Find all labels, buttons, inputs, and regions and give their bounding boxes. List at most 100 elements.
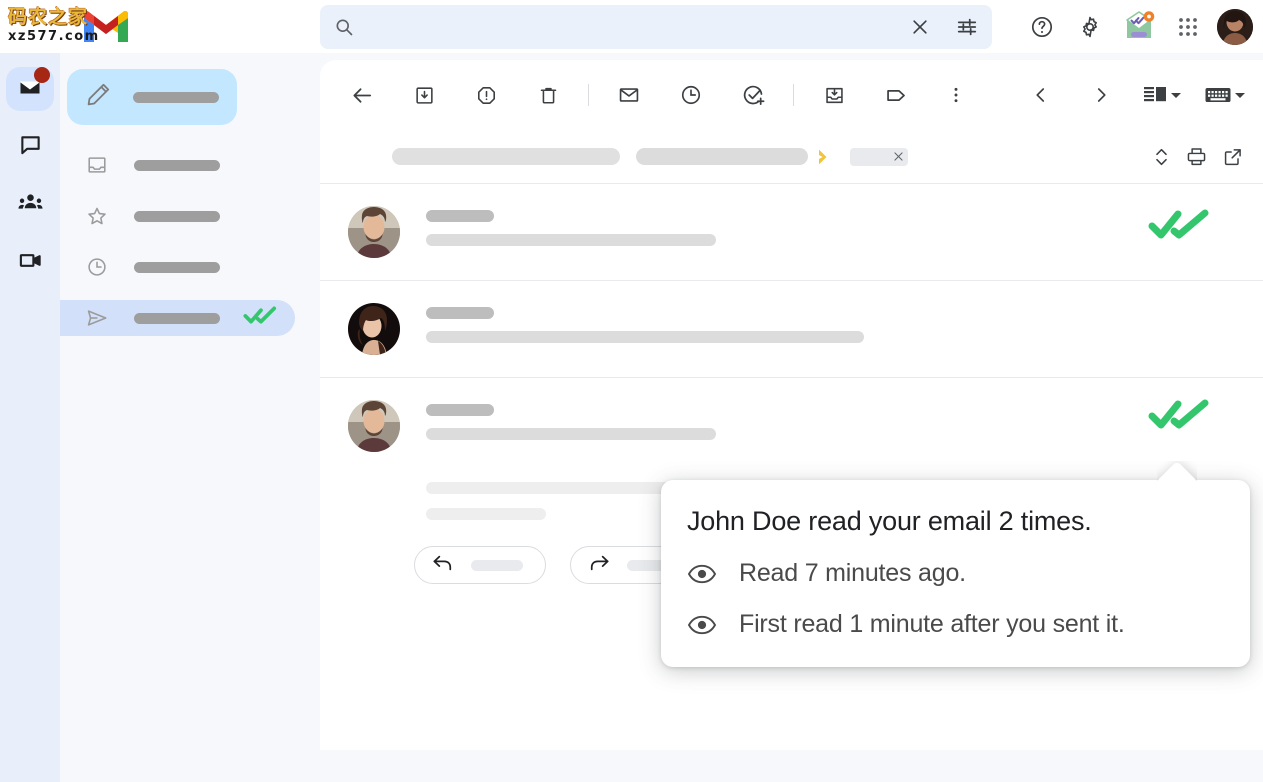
message-preview [426,428,716,440]
mail-unread-badge [34,67,50,83]
gmail-mailtrack-screenshot: John Doe read your email 2 times. Read 7… [0,0,1263,782]
video-camera-icon [18,248,43,278]
subject-row [320,130,1263,184]
envelope-icon[interactable] [609,75,649,115]
pencil-compose-icon [85,82,111,113]
inbox-tray-icon [86,154,108,176]
rail-item-chat[interactable] [6,125,54,169]
search-icon [334,17,354,37]
tooltip-line-text: First read 1 minute after you sent it. [739,610,1125,639]
sender-name [426,210,494,222]
sidebar-item-label [134,262,220,273]
subject-secondary-text [636,148,808,165]
sidebar-item-inbox[interactable] [60,147,320,183]
rail-item-spaces[interactable] [6,183,54,227]
mail-sidebar [60,53,320,782]
reading-pane-icon[interactable] [1143,75,1181,115]
close-icon[interactable] [910,17,930,37]
sidebar-item-starred[interactable] [60,198,320,234]
sender-name [426,404,494,416]
double-check-icon [1147,208,1211,247]
tooltip-line-text: Read 7 minutes ago. [739,559,966,588]
arrow-back-icon[interactable] [342,75,382,115]
sidebar-item-label [134,313,220,324]
app-rail [0,53,60,782]
chevron-down-icon[interactable] [1171,93,1181,98]
clock-icon [86,256,108,278]
message-preview [426,234,716,246]
table-row[interactable] [320,184,1263,281]
clock-icon[interactable] [671,75,711,115]
reply-arrow-icon [433,554,453,577]
move-to-inbox-icon[interactable] [814,75,854,115]
forward-arrow-icon [589,554,609,577]
star-outline-icon [86,205,108,227]
message-preview [426,331,864,343]
expand-collapse-icon[interactable] [1153,147,1170,167]
message-content [426,303,1239,355]
keyboard-icon[interactable] [1205,75,1245,115]
message-content [426,206,1239,258]
compose-label [133,92,219,103]
top-bar-actions [1023,0,1253,53]
tooltip-line: First read 1 minute after you sent it. [687,610,1224,639]
gmail-m-logo[interactable] [80,8,132,46]
tooltip-title: John Doe read your email 2 times. [687,506,1224,537]
chevron-right-icon[interactable] [1081,75,1121,115]
avatar[interactable] [348,303,400,355]
eye-icon [687,563,717,585]
message-toolbar [320,60,1263,130]
chevron-left-icon[interactable] [1021,75,1061,115]
sidebar-item-snoozed[interactable] [60,249,320,285]
table-row[interactable] [320,281,1263,378]
reply-label [471,560,523,571]
toolbar-divider [793,84,794,106]
send-paper-plane-icon [86,307,108,329]
spaces-people-icon [18,190,43,220]
trash-icon[interactable] [528,75,568,115]
subject-text [392,148,620,165]
avatar[interactable] [348,206,400,258]
report-exclamation-icon[interactable] [466,75,506,115]
search-bar[interactable] [320,5,992,49]
check-circle-plus-icon[interactable] [733,75,773,115]
search-input[interactable] [372,18,910,37]
double-check-icon [1147,398,1211,437]
chat-bubble-icon [19,133,42,161]
gear-icon[interactable] [1071,8,1109,46]
sidebar-folder-list [60,147,320,336]
toolbar-right-controls [1021,75,1245,115]
printer-icon[interactable] [1186,146,1207,167]
close-small-icon[interactable] [894,152,903,161]
double-check-icon [243,305,277,332]
sender-name [426,307,494,319]
compose-button[interactable] [67,69,237,125]
sidebar-item-label [134,211,220,222]
mailtrack-read-receipt-tooltip: John Doe read your email 2 times. Read 7… [661,480,1250,667]
toolbar-divider [588,84,589,106]
chevron-down-icon[interactable] [1235,93,1245,98]
avatar[interactable] [348,400,400,452]
mailtrack-envelope-icon[interactable] [1119,7,1159,47]
message-body-line [426,508,546,520]
more-vertical-icon[interactable] [936,75,976,115]
top-app-bar [0,0,1263,53]
eye-icon [687,614,717,636]
tooltip-line: Read 7 minutes ago. [687,559,1224,588]
label-tag-icon[interactable] [876,75,916,115]
important-chevron-icon[interactable] [818,148,834,166]
sidebar-item-sent[interactable] [60,300,295,336]
label-chip[interactable] [850,148,908,166]
avatar[interactable] [1217,9,1253,45]
help-circle-icon[interactable] [1023,8,1061,46]
reply-button[interactable] [414,546,546,584]
apps-grid-icon[interactable] [1169,8,1207,46]
sidebar-item-label [134,160,220,171]
rail-item-meet[interactable] [6,241,54,285]
tooltip-arrow [1157,461,1197,481]
subject-row-actions [1153,146,1243,167]
tune-filter-icon[interactable] [956,16,978,38]
open-external-icon[interactable] [1223,147,1243,167]
archive-box-icon[interactable] [404,75,444,115]
rail-item-mail[interactable] [6,67,54,111]
